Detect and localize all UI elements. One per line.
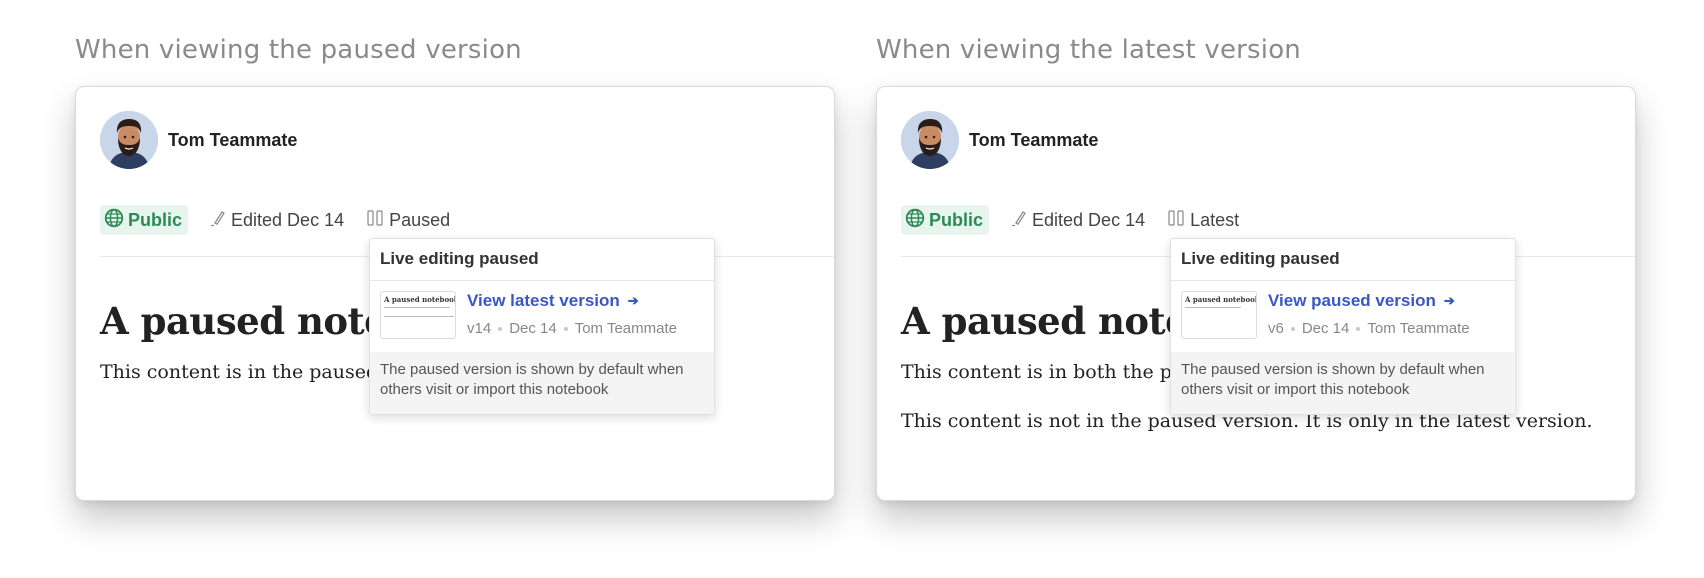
thumbnail-line [384,316,454,317]
pause-icon [1167,209,1190,232]
separator-dot [498,326,503,331]
separator-dot [563,326,568,331]
version-thumbnail[interactable]: A paused notebook [380,291,456,339]
notebook-card: Tom Teammate Public Edited Dec 14 Paused [75,86,835,501]
visibility-label: Public [128,209,183,230]
author-name[interactable]: Tom Teammate [168,130,297,151]
pencil-icon [1011,209,1032,232]
author-block: Tom Teammate [100,111,297,169]
avatar-illustration [100,111,158,169]
thumbnail-line [384,307,450,308]
visibility-label: Public [929,209,984,230]
popover-note: The paused version is shown by default w… [370,352,714,414]
notebook-meta-bar: Public Edited Dec 14 Paused [100,205,450,235]
notebook-card: Tom Teammate Public Edited Dec 14 Latest [876,86,1636,501]
thumbnail-line [1185,307,1241,308]
edited-meta[interactable]: Edited Dec 14 [210,209,344,232]
avatar[interactable] [100,111,158,169]
version-status-label: Latest [1190,209,1240,230]
pencil-icon [210,209,231,232]
version-date: Dec 14 [509,320,557,337]
popover-version-row: A paused notebook View paused version ➔ … [1171,281,1515,351]
view-version-label: View latest version [467,291,620,310]
version-author: Tom Teammate [574,320,677,337]
edited-meta[interactable]: Edited Dec 14 [1011,209,1145,232]
version-status-label: Paused [389,209,451,230]
version-status-toggle[interactable]: Paused [366,209,450,232]
arrow-right-icon: ➔ [1443,293,1455,308]
popover-title: Live editing paused [370,239,714,281]
live-editing-popover: Live editing paused A paused notebook Vi… [369,238,715,415]
version-status-toggle[interactable]: Latest [1167,209,1239,232]
panel-caption: When viewing the paused version [75,35,522,65]
panel-paused-view: When viewing the paused version Tom Team… [75,34,835,501]
edited-label: Edited Dec 14 [1032,209,1146,230]
view-other-version-link[interactable]: View latest version ➔ [467,291,639,311]
version-thumbnail[interactable]: A paused notebook [1181,291,1257,339]
popover-version-row: A paused notebook View latest version ➔ … [370,281,714,351]
view-other-version-link[interactable]: View paused version ➔ [1268,291,1455,311]
pause-icon [366,209,389,232]
thumbnail-title: A paused notebook [384,295,456,304]
author-block: Tom Teammate [901,111,1098,169]
separator-dot [1356,326,1361,331]
panel-caption: When viewing the latest version [876,35,1301,65]
arrow-right-icon: ➔ [627,293,639,308]
author-name[interactable]: Tom Teammate [969,130,1098,151]
popover-note: The paused version is shown by default w… [1171,352,1515,414]
version-details: v6 Dec 14 Tom Teammate [1268,320,1470,337]
globe-icon [905,208,929,233]
thumbnail-title: A paused notebook [1185,295,1257,304]
avatar-illustration [901,111,959,169]
visibility-badge[interactable]: Public [100,205,189,235]
notebook-meta-bar: Public Edited Dec 14 Latest [901,205,1239,235]
popover-title: Live editing paused [1171,239,1515,281]
avatar[interactable] [901,111,959,169]
version-author: Tom Teammate [1367,320,1470,337]
separator-dot [1290,326,1295,331]
version-details: v14 Dec 14 Tom Teammate [467,320,677,337]
panel-latest-view: When viewing the latest version Tom Team… [876,34,1636,501]
globe-icon [104,208,128,233]
version-number: v6 [1268,320,1284,337]
edited-label: Edited Dec 14 [231,209,345,230]
version-date: Dec 14 [1301,320,1350,337]
visibility-badge[interactable]: Public [901,205,990,235]
live-editing-popover: Live editing paused A paused notebook Vi… [1170,238,1516,415]
view-version-label: View paused version [1268,291,1436,310]
version-number: v14 [467,320,492,337]
